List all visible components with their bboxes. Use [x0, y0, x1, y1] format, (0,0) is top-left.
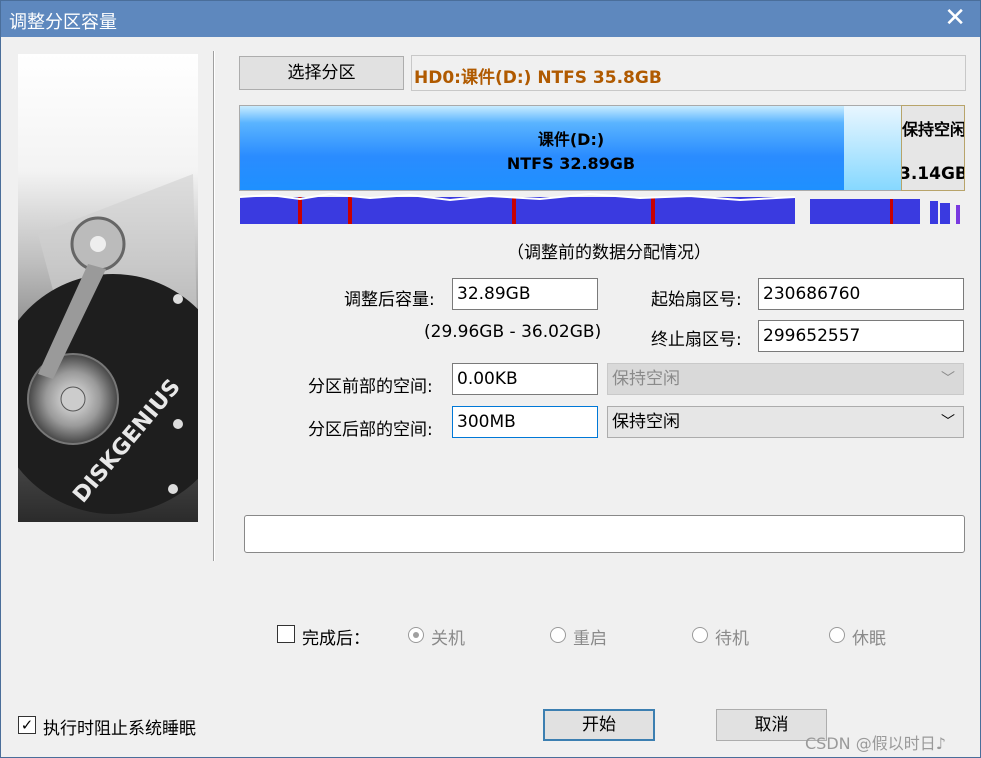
close-icon[interactable]: ✕ — [944, 3, 966, 33]
progress-bar — [244, 515, 965, 553]
end-sector-label: 终止扇区号: — [651, 330, 742, 350]
dialog-window: 调整分区容量 ✕ DISKGENIUS 选择分区 HD0:课件(D:) NTFS… — [0, 0, 981, 758]
prevent-sleep-label: 执行时阻止系统睡眠 — [43, 719, 196, 739]
prevent-sleep-checkbox[interactable]: ✓ — [18, 716, 36, 734]
radio-shutdown-label: 关机 — [431, 629, 465, 649]
space-before-select: 保持空闲 ﹀ — [607, 363, 964, 395]
hard-disk-icon: DISKGENIUS — [18, 174, 198, 514]
start-sector-input[interactable]: 230686760 — [758, 278, 964, 310]
after-completion-checkbox[interactable] — [277, 625, 295, 643]
start-sector-label: 起始扇区号: — [651, 290, 742, 310]
new-size-label: 调整后容量: — [344, 290, 435, 310]
vertical-separator — [213, 51, 214, 561]
select-partition-button[interactable]: 选择分区 — [239, 56, 404, 90]
space-after-input[interactable]: 300MB — [452, 406, 598, 438]
map-caption: （调整前的数据分配情况） — [507, 243, 711, 263]
radio-restart[interactable] — [550, 627, 566, 643]
chevron-down-icon: ﹀ — [941, 371, 955, 387]
radio-hibernate[interactable] — [829, 627, 845, 643]
radio-standby[interactable] — [692, 627, 708, 643]
space-after-select[interactable]: 保持空闲 ﹀ — [607, 406, 964, 438]
title-bar: 调整分区容量 ✕ — [1, 1, 980, 37]
free-space-block[interactable]: 保持空闲 3.14GB — [901, 105, 965, 191]
space-after-option: 保持空闲 — [612, 412, 680, 432]
after-completion-label: 完成后： — [302, 629, 370, 649]
radio-standby-label: 待机 — [715, 629, 749, 649]
space-before-input[interactable]: 0.00KB — [452, 363, 598, 395]
space-before-label: 分区前部的空间: — [308, 377, 433, 397]
end-sector-input[interactable]: 299652557 — [758, 320, 964, 352]
free-space-size: 3.14GB — [901, 164, 965, 184]
product-image: DISKGENIUS — [18, 54, 198, 522]
chevron-down-icon: ﹀ — [941, 414, 955, 430]
new-size-input[interactable]: 32.89GB — [452, 278, 598, 310]
partition-bar[interactable]: 课件(D:) NTFS 32.89GB — [239, 105, 903, 191]
radio-restart-label: 重启 — [573, 629, 607, 649]
start-button[interactable]: 开始 — [543, 709, 655, 741]
partition-name: 课件(D:) — [537, 130, 605, 149]
partition-info-box: HD0:课件(D:) NTFS 35.8GB — [411, 55, 966, 91]
free-space-label: 保持空闲 — [902, 120, 965, 139]
watermark: CSDN @假以时日♪ — [805, 734, 946, 753]
size-range-text: (29.96GB - 36.02GB) — [424, 322, 602, 342]
window-title: 调整分区容量 — [9, 12, 117, 33]
radio-hibernate-label: 休眠 — [852, 629, 886, 649]
radio-shutdown[interactable] — [408, 627, 424, 643]
space-after-label: 分区后部的空间: — [308, 420, 433, 440]
partition-info: HD0:课件(D:) NTFS 35.8GB — [414, 68, 662, 88]
data-distribution-map — [239, 192, 964, 224]
partition-size: NTFS 32.89GB — [506, 154, 636, 173]
space-before-option: 保持空闲 — [612, 369, 680, 389]
partition-bar-label: 课件(D:) NTFS 32.89GB — [240, 128, 902, 176]
